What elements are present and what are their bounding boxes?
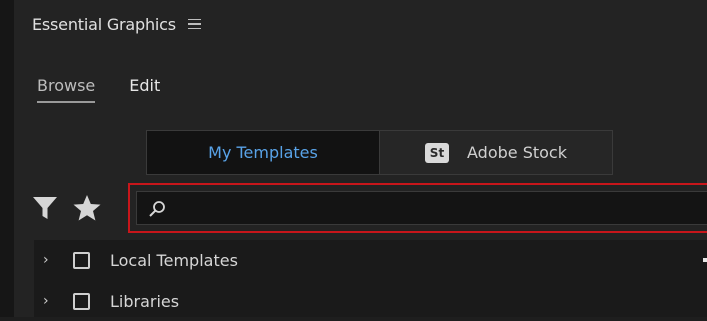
my-templates-button[interactable]: My Templates [147,131,379,174]
local-templates-checkbox[interactable] [73,251,90,269]
adobe-stock-button[interactable]: St Adobe Stock [379,131,612,174]
funnel-icon[interactable] [32,195,58,225]
adobe-stock-icon: St [425,142,449,163]
search-icon [148,200,166,222]
hamburger-menu-icon[interactable] [187,18,201,30]
libraries-checkbox[interactable] [73,292,90,310]
tab-edit[interactable]: Edit [129,76,160,103]
tree-item-libraries[interactable]: › Libraries [34,281,707,321]
panel-header: Essential Graphics [32,12,201,36]
template-tree: › Local Templates › Libraries [34,240,707,317]
filter-search-row [32,183,707,233]
tab-browse[interactable]: Browse [37,76,96,103]
plus-icon[interactable] [703,251,707,269]
template-source-toggle: My Templates St Adobe Stock [146,130,613,175]
star-icon[interactable] [72,193,102,227]
essential-graphics-panel: Essential Graphics Browse Edit My Templa… [14,0,707,317]
search-input[interactable] [173,192,707,226]
chevron-right-icon[interactable]: › [43,252,53,268]
tree-item-label: Local Templates [110,250,238,270]
window-left-edge [0,0,14,317]
chevron-right-icon[interactable]: › [43,293,53,309]
adobe-stock-label: Adobe Stock [467,143,567,162]
search-box [136,191,707,226]
panel-tabs: Browse Edit [37,76,160,103]
panel-title: Essential Graphics [32,14,176,34]
search-highlight-outline [128,183,707,233]
tree-item-label: Libraries [110,291,180,311]
my-templates-label: My Templates [208,143,318,162]
tree-item-local-templates[interactable]: › Local Templates [34,240,707,280]
